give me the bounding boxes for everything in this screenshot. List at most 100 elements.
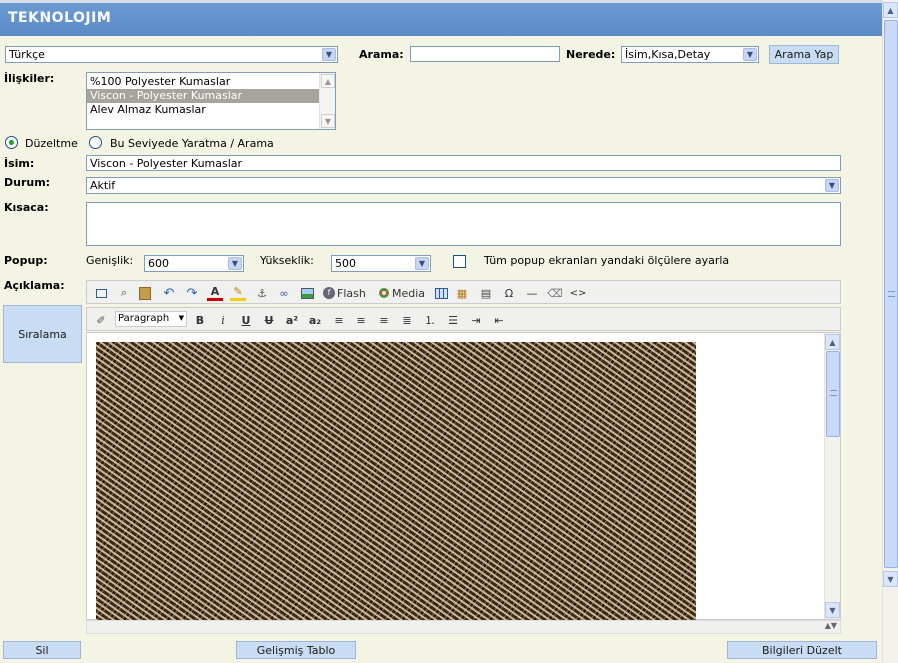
flash-label: Flash [337, 286, 366, 300]
outdent-icon[interactable]: ⇤ [491, 310, 507, 330]
popup-checkbox[interactable] [453, 255, 466, 268]
bullet-list-icon[interactable]: ☰ [445, 310, 461, 330]
chevron-down-icon: ▼ [415, 257, 429, 270]
radio-dot-icon [9, 140, 14, 145]
special-char-icon[interactable]: Ω [501, 283, 517, 303]
nerede-value: İsim,Kısa,Detay [625, 48, 711, 61]
align-right-icon[interactable]: ≡ [376, 310, 392, 330]
grip-icon [830, 390, 837, 396]
scroll-down-icon[interactable]: ▼ [321, 114, 335, 128]
underline-icon[interactable]: U [238, 310, 254, 330]
duzeltme-radio[interactable] [5, 136, 18, 149]
window-scrollbar[interactable]: ▲ ▼ [882, 0, 898, 663]
scroll-thumb[interactable] [826, 351, 840, 437]
yukseklik-select[interactable]: 500 ▼ [331, 255, 431, 272]
style-icon[interactable]: ✐ [93, 310, 109, 330]
arama-input[interactable] [410, 46, 560, 62]
genislik-select[interactable]: 600 ▼ [144, 255, 244, 272]
durum-select[interactable]: Aktif ▼ [86, 177, 841, 194]
scroll-down-icon[interactable]: ▼ [825, 602, 840, 618]
scroll-thumb[interactable] [884, 20, 898, 568]
fullscreen-icon[interactable] [93, 283, 109, 303]
eraser-icon[interactable]: ⌫ [547, 283, 563, 303]
grip-icon [888, 291, 895, 297]
arama-label: Arama: [359, 48, 404, 61]
text-color-icon[interactable]: A [207, 283, 223, 303]
bilgileri-duzelt-button[interactable]: Bilgileri Düzelt [727, 641, 877, 659]
genislik-value: 600 [148, 257, 169, 270]
gelismis-tablo-button[interactable]: Gelişmiş Tablo [236, 641, 356, 659]
nerede-select[interactable]: İsim,Kısa,Detay ▼ [621, 46, 759, 63]
subscript-icon[interactable]: a₂ [307, 310, 323, 330]
paste-icon[interactable] [137, 283, 153, 303]
strike-icon[interactable]: U [261, 310, 277, 330]
scroll-down-icon[interactable]: ▼ [883, 571, 898, 587]
align-left-icon[interactable]: ≡ [331, 310, 347, 330]
chevron-down-icon: ▼ [178, 314, 184, 322]
app-header [0, 0, 882, 36]
template-icon[interactable]: ▤ [478, 283, 494, 303]
hr-icon[interactable]: — [524, 283, 540, 303]
resize-arrows-icon[interactable]: ▲▼ [825, 621, 837, 630]
app-logo: TEKNOLOJIM [8, 10, 112, 26]
durum-label: Durum: [4, 176, 51, 189]
kisaca-label: Kısaca: [4, 201, 49, 214]
flash-button[interactable]: f Flash [323, 283, 366, 303]
fabric-image [96, 342, 696, 621]
indent-icon[interactable]: ⇥ [468, 310, 484, 330]
language-select[interactable]: Türkçe ▼ [5, 46, 338, 63]
list-item[interactable]: Alev Almaz Kumaslar [87, 103, 320, 117]
duzeltme-label: Düzeltme [25, 137, 78, 150]
yaratma-label: Bu Seviyede Yaratma / Arama [110, 137, 274, 150]
list-item-selected[interactable]: Viscon - Polyester Kumaslar [87, 89, 320, 103]
bg-color-icon[interactable]: ✎ [230, 283, 246, 303]
yukseklik-label: Yükseklik: [260, 254, 314, 267]
media-icon [379, 288, 389, 298]
format-select[interactable]: Paragraph ▼ [115, 311, 187, 327]
italic-icon[interactable]: i [215, 310, 231, 330]
superscript-icon[interactable]: a² [284, 310, 300, 330]
table-icon[interactable] [433, 283, 449, 303]
link-icon[interactable]: ∞ [276, 283, 292, 303]
image-icon[interactable] [299, 283, 315, 303]
isim-label: İsim: [4, 157, 35, 170]
kisaca-textarea[interactable] [86, 202, 841, 246]
chevron-down-icon: ▼ [743, 48, 757, 61]
align-center-icon[interactable]: ≡ [353, 310, 369, 330]
flash-icon: f [323, 287, 335, 299]
durum-value: Aktif [90, 179, 116, 192]
scroll-up-icon[interactable]: ▲ [883, 2, 898, 18]
scroll-up-icon[interactable]: ▲ [825, 334, 840, 350]
anchor-icon[interactable]: ⚓ [254, 283, 270, 303]
chevron-down-icon: ▼ [322, 48, 336, 61]
chevron-down-icon: ▼ [825, 179, 839, 192]
media-label: Media [392, 286, 426, 300]
yaratma-radio[interactable] [89, 136, 102, 149]
redo-icon[interactable]: ↷ [184, 283, 200, 303]
editor-statusbar: ▲▼ [86, 620, 841, 634]
align-justify-icon[interactable]: ≣ [399, 310, 415, 330]
popup-checkbox-label: Tüm popup ekranları yandaki ölçülere aya… [484, 254, 730, 267]
ordered-list-icon[interactable]: ⒈ [422, 310, 438, 330]
undo-icon[interactable]: ↶ [161, 283, 177, 303]
sil-button[interactable]: Sil [3, 641, 81, 659]
isim-input[interactable]: Viscon - Polyester Kumaslar [86, 155, 841, 171]
nerede-label: Nerede: [566, 48, 616, 61]
scroll-up-icon[interactable]: ▲ [321, 74, 335, 88]
relations-listbox[interactable]: %100 Polyester Kumaslar Viscon - Polyest… [86, 72, 336, 130]
chevron-down-icon: ▼ [228, 257, 242, 270]
media-button[interactable]: Media [379, 283, 425, 303]
language-value: Türkçe [9, 48, 45, 61]
html-source-icon[interactable]: <> [570, 283, 587, 303]
find-icon[interactable]: ⌕ [116, 283, 132, 303]
table-props-icon[interactable]: ▦ [454, 283, 470, 303]
arama-yap-button[interactable]: Arama Yap [769, 45, 839, 64]
iliskiler-label: İlişkiler: [4, 72, 55, 85]
siralama-button[interactable]: Sıralama [3, 305, 82, 363]
editor-scrollbar[interactable]: ▲ ▼ [824, 333, 840, 619]
yukseklik-value: 500 [335, 257, 356, 270]
listbox-scrollbar[interactable]: ▲ ▼ [319, 73, 335, 129]
bold-icon[interactable]: B [192, 310, 208, 330]
list-item[interactable]: %100 Polyester Kumaslar [87, 75, 320, 89]
editor-content[interactable]: ▲ ▼ [86, 332, 841, 621]
